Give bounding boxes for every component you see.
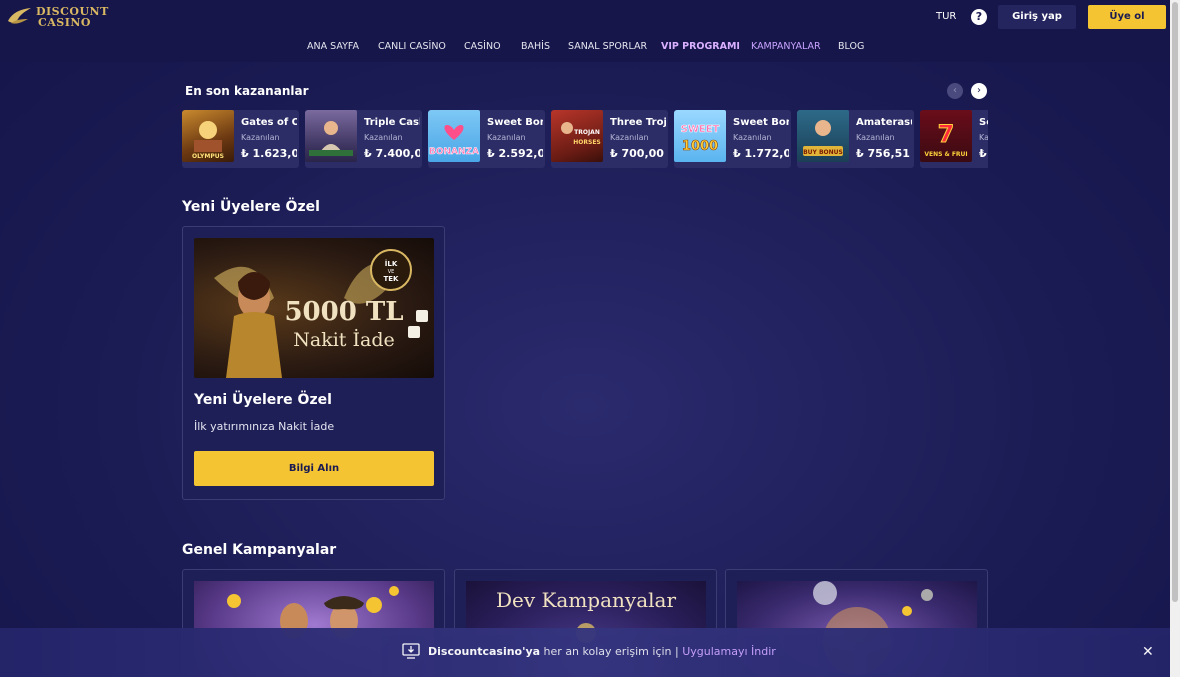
app-download-banner: Discountcasino'ya her an kolay erişim iç… (0, 628, 1170, 677)
winner-label: Kazanılan (364, 133, 403, 142)
winner-card[interactable]: BUY BONUS Amaterasu Kazanılan ₺ 756,51 (797, 110, 914, 168)
app-banner-text: Discountcasino'ya her an kolay erişim iç… (428, 645, 776, 658)
winner-amount: ₺ 1.772,00 (733, 147, 789, 160)
help-icon[interactable]: ? (971, 9, 987, 25)
register-button[interactable]: Üye ol (1088, 5, 1166, 29)
winner-game-name: Sweet Bonanza (487, 117, 543, 128)
logo[interactable]: DISCOUNT CASINO (6, 6, 109, 28)
winner-amount: ₺ 900,00 (979, 147, 988, 160)
winner-label: Kazanılan (856, 133, 895, 142)
badge-bot-text: TEK (384, 275, 400, 283)
winner-game-name: Sevens & Fruits (979, 117, 988, 128)
nav-item-blog[interactable]: BLOG (838, 41, 864, 52)
winner-amount: ₺ 1.623,00 (241, 147, 297, 160)
new-members-title: Yeni Üyelere Özel (182, 199, 320, 215)
logo-line2: CASINO (38, 16, 92, 29)
svg-text:7: 7 (938, 120, 955, 148)
winner-amount: ₺ 7.400,00 (364, 147, 420, 160)
promo-card[interactable]: İLK VE TEK 5000 TL Nakit İade Yeni Üyele… (182, 226, 445, 500)
game-thumbnail: BONANZA (428, 110, 480, 162)
game-thumbnail: OLYMPUS (182, 110, 234, 162)
svg-text:1000: 1000 (682, 139, 718, 154)
promo-description: İlk yatırımınıza Nakit İade (194, 420, 335, 433)
download-app-link[interactable]: Uygulamayı İndir (682, 645, 776, 658)
winner-label: Kazanılan (487, 133, 526, 142)
nav-item-casino[interactable]: CASİNO (464, 41, 501, 52)
nav-item-betting[interactable]: BAHİS (521, 41, 550, 52)
main-nav: ANA SAYFA CANLI CASİNO CASİNO BAHİS SANA… (0, 41, 1170, 55)
winner-card[interactable]: BONANZA Sweet Bonanza Kazanılan ₺ 2.592,… (428, 110, 545, 168)
promo-image: İLK VE TEK 5000 TL Nakit İade (194, 238, 434, 378)
winners-title: En son kazananlar (185, 84, 309, 98)
nav-item-campaigns[interactable]: KAMPANYALAR (751, 41, 821, 52)
campaign-image-text: Dev Kampanyalar (496, 588, 677, 612)
game-thumbnail: TROJAN HORSES (551, 110, 603, 162)
winner-game-name: Amaterasu (856, 117, 912, 128)
general-campaigns-title: Genel Kampanyalar (182, 542, 337, 558)
winner-label: Kazanılan (979, 133, 988, 142)
svg-text:TROJAN: TROJAN (574, 129, 600, 136)
winner-game-name: Triple Cash (364, 117, 420, 128)
close-icon[interactable]: ✕ (1142, 644, 1154, 660)
game-thumbnail: BUY BONUS (797, 110, 849, 162)
winner-label: Kazanılan (241, 133, 280, 142)
winner-card[interactable]: Triple Cash Kazanılan ₺ 7.400,00 (305, 110, 422, 168)
promo-title: Yeni Üyelere Özel (194, 392, 332, 408)
nav-item-live-casino[interactable]: CANLI CASİNO (378, 41, 446, 52)
app-banner-brand: Discountcasino'ya (428, 645, 541, 658)
winner-label: Kazanılan (733, 133, 772, 142)
winners-carousel: OLYMPUS Gates of Olympus Kazanılan ₺ 1.6… (182, 110, 988, 168)
nav-item-vip[interactable]: VIP PROGRAMI (661, 41, 740, 52)
scrollbar-thumb[interactable] (1172, 2, 1178, 602)
monitor-download-icon (402, 643, 420, 659)
carousel-next-button[interactable]: › (971, 83, 987, 99)
carousel-prev-button[interactable]: ‹ (947, 83, 963, 99)
svg-text:BONANZA: BONANZA (429, 147, 479, 157)
info-button[interactable]: Bilgi Alın (194, 451, 434, 486)
app-banner-message: her an kolay erişim için | (540, 645, 683, 658)
game-thumbnail: 7 VENS & FRUI (920, 110, 972, 162)
svg-text:OLYMPUS: OLYMPUS (192, 153, 224, 160)
winner-card[interactable]: SWEET 1000 Sweet Bonanza 1000 Kazanılan ₺… (674, 110, 791, 168)
winner-game-name: Gates of Olympus (241, 117, 297, 128)
scrollbar[interactable] (1170, 0, 1180, 677)
game-thumbnail: SWEET 1000 (674, 110, 726, 162)
winner-game-name: Sweet Bonanza 1000 (733, 117, 789, 128)
site-header: DISCOUNT CASINO TUR ? Giriş yap Üye ol A… (0, 0, 1170, 62)
svg-text:BUY BONUS: BUY BONUS (803, 149, 843, 156)
badge-top-text: İLK (385, 259, 398, 268)
promo-image-caption: Nakit İade (293, 328, 394, 351)
winner-amount: ₺ 700,00 (610, 147, 664, 160)
svg-text:VENS & FRUI: VENS & FRUI (924, 151, 967, 158)
winner-card[interactable]: OLYMPUS Gates of Olympus Kazanılan ₺ 1.6… (182, 110, 299, 168)
winner-label: Kazanılan (610, 133, 649, 142)
winner-game-name: Three Trojan Horses (610, 117, 666, 128)
language-selector[interactable]: TUR (936, 11, 956, 22)
winner-amount: ₺ 2.592,00 (487, 147, 543, 160)
svg-text:SWEET: SWEET (681, 124, 720, 135)
page: DISCOUNT CASINO TUR ? Giriş yap Üye ol A… (0, 0, 1170, 677)
nav-item-home[interactable]: ANA SAYFA (307, 41, 359, 52)
winner-amount: ₺ 756,51 (856, 147, 910, 160)
nav-item-virtual-sports[interactable]: SANAL SPORLAR (568, 41, 647, 52)
svg-text:HORSES: HORSES (573, 139, 600, 146)
promo-image-amount: 5000 TL (284, 297, 403, 327)
winner-card[interactable]: TROJAN HORSES Three Trojan Horses Kazanıl… (551, 110, 668, 168)
login-button[interactable]: Giriş yap (998, 5, 1076, 29)
game-thumbnail (305, 110, 357, 162)
winner-card[interactable]: 7 VENS & FRUI Sevens & Fruits Kazanılan ₺… (920, 110, 988, 168)
logo-bird-icon (8, 8, 31, 24)
